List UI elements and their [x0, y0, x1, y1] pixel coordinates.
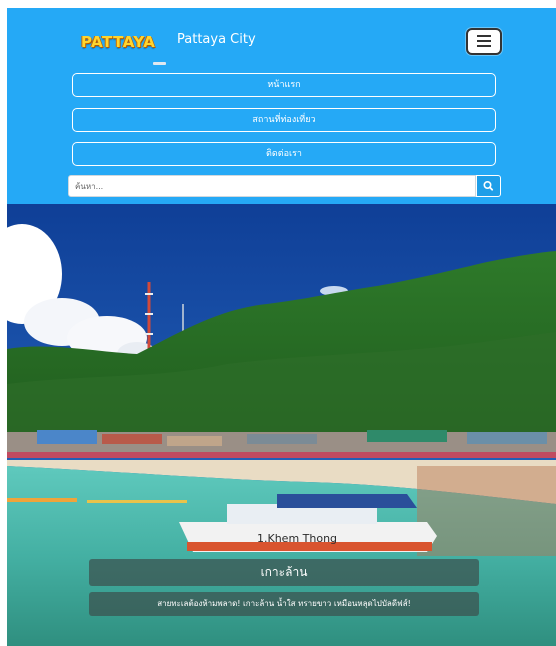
nav-link-home[interactable]: หน้าแรก — [72, 73, 496, 97]
navbar-toggler-button[interactable] — [466, 28, 502, 55]
logo-underline — [153, 62, 166, 65]
nav-link-attractions[interactable]: สถานที่ท่องเที่ยว — [72, 108, 496, 132]
brand-logo[interactable]: PATTAYA — [81, 33, 155, 51]
search-button[interactable] — [476, 175, 501, 197]
menu-icon-bar — [477, 45, 491, 47]
menu-icon-bar — [477, 40, 491, 42]
hero-carousel: 1.Khem Thong เกาะล้าน สายทะเลต้องห้ามพลา… — [7, 204, 556, 646]
search-input[interactable] — [68, 175, 476, 197]
svg-text:1.Khem Thong: 1.Khem Thong — [257, 532, 337, 545]
hero-title: เกาะล้าน — [89, 559, 479, 586]
navbar: PATTAYA Pattaya City หน้าแรก สถานที่ท่อง… — [7, 8, 556, 204]
hero-subtitle: สายทะเลต้องห้ามพลาด! เกาะล้าน น้ำใส ทราย… — [89, 592, 479, 616]
brand-name[interactable]: Pattaya City — [177, 32, 256, 47]
menu-icon-bar — [477, 35, 491, 37]
nav-link-contact[interactable]: ติดต่อเรา — [72, 142, 496, 166]
search-icon — [483, 181, 494, 191]
